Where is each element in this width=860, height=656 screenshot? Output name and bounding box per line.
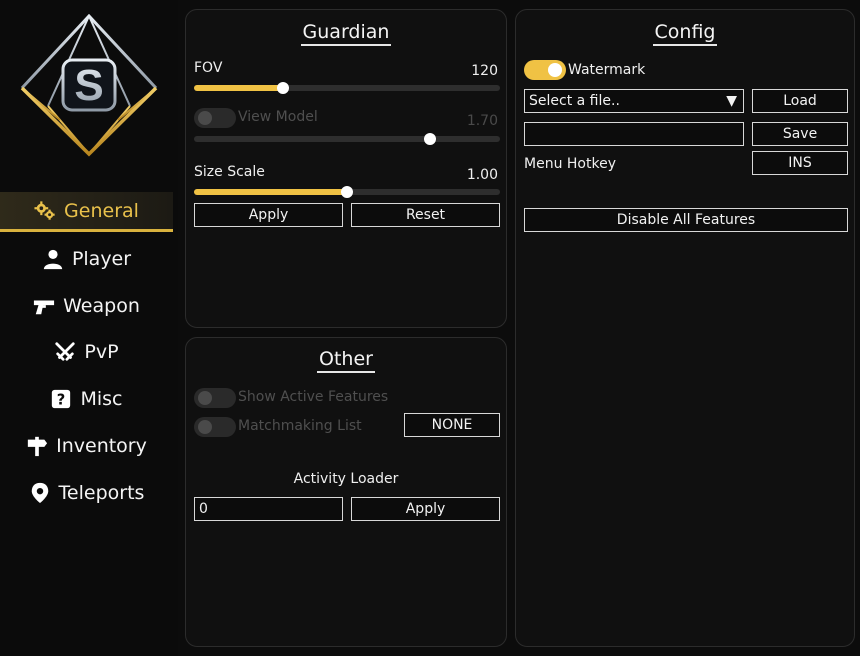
guardian-panel: Guardian FOV 120 View Model 1.70 Size Sc… — [185, 9, 507, 328]
menu-hotkey-label: Menu Hotkey — [524, 156, 616, 172]
reset-button[interactable]: Reset — [351, 203, 500, 227]
watermark-toggle[interactable] — [524, 60, 566, 80]
panel-title: Config — [516, 21, 854, 46]
sidebar-item-player[interactable]: Player — [0, 239, 173, 279]
slider-fill — [194, 189, 347, 195]
sidebar-item-pvp[interactable]: PvP — [0, 332, 173, 372]
panel-title: Other — [186, 348, 506, 373]
size-scale-label: Size Scale — [194, 164, 265, 180]
apply-button[interactable]: Apply — [194, 203, 343, 227]
app-logo: S — [18, 13, 160, 158]
sidebar-item-general[interactable]: General — [0, 192, 173, 232]
config-panel: Config Watermark Select a file.. ▼ Load … — [515, 9, 855, 647]
sidebar-item-label: Player — [71, 248, 132, 270]
matchmaking-list-toggle[interactable] — [194, 417, 236, 437]
toggle-knob — [198, 111, 212, 125]
disable-all-features-button[interactable]: Disable All Features — [524, 208, 848, 232]
sidebar-item-label: Misc — [80, 388, 123, 410]
slider-knob[interactable] — [423, 133, 436, 145]
sidebar-item-weapon[interactable]: Weapon — [0, 286, 173, 326]
signpost-icon — [26, 435, 48, 457]
watermark-label: Watermark — [568, 62, 646, 78]
show-active-features-label: Show Active Features — [238, 389, 389, 405]
matchmaking-list-label: Matchmaking List — [238, 418, 362, 434]
svg-text:?: ? — [57, 392, 66, 409]
view-model-toggle[interactable] — [194, 108, 236, 128]
toggle-knob — [198, 391, 212, 405]
config-file-select[interactable]: Select a file.. ▼ — [524, 89, 744, 113]
show-active-features-toggle[interactable] — [194, 388, 236, 408]
matchmaking-hotkey-button[interactable]: NONE — [404, 413, 500, 437]
toggle-knob — [548, 63, 562, 77]
sidebar-item-teleports[interactable]: Teleports — [0, 473, 173, 513]
crossed-swords-icon — [54, 341, 76, 363]
slider-knob[interactable] — [276, 82, 289, 94]
view-model-slider[interactable] — [194, 133, 500, 145]
size-scale-slider[interactable] — [194, 186, 500, 198]
view-model-label: View Model — [238, 109, 318, 125]
fov-label: FOV — [194, 60, 223, 76]
config-name-input[interactable] — [524, 122, 744, 146]
sidebar-item-inventory[interactable]: Inventory — [0, 426, 173, 466]
pistol-icon — [33, 295, 55, 317]
size-scale-value: 1.00 — [466, 167, 498, 183]
save-button[interactable]: Save — [752, 122, 848, 146]
menu-hotkey-button[interactable]: INS — [752, 151, 848, 175]
slider-fill — [194, 85, 283, 91]
view-model-value: 1.70 — [466, 113, 498, 129]
fov-slider[interactable] — [194, 82, 500, 94]
sidebar-item-label: Weapon — [63, 295, 140, 317]
chevron-down-icon: ▼ — [726, 93, 737, 109]
sidebar-item-label: Inventory — [56, 435, 147, 457]
slider-knob[interactable] — [341, 186, 353, 198]
sidebar-item-misc[interactable]: ? Misc — [0, 379, 173, 419]
dice-icon: ? — [50, 388, 72, 410]
logo-letter: S — [74, 61, 103, 110]
load-button[interactable]: Load — [752, 89, 848, 113]
other-panel: Other Show Active Features Matchmaking L… — [185, 337, 507, 647]
activity-apply-button[interactable]: Apply — [351, 497, 500, 521]
activity-loader-label: Activity Loader — [293, 471, 399, 487]
activity-loader-input[interactable]: 0 — [194, 497, 343, 521]
person-icon — [42, 248, 64, 270]
panel-title: Guardian — [186, 21, 506, 46]
fov-value: 120 — [471, 63, 498, 79]
map-pin-icon — [29, 482, 51, 504]
sidebar: S General Player Weapon PvP ? Misc Inven… — [0, 0, 178, 656]
gears-icon — [34, 200, 56, 222]
sidebar-item-label: Teleports — [58, 482, 145, 504]
sidebar-item-label: General — [64, 199, 139, 222]
toggle-knob — [198, 420, 212, 434]
select-value: Select a file.. — [529, 93, 620, 109]
sidebar-item-label: PvP — [84, 341, 119, 363]
